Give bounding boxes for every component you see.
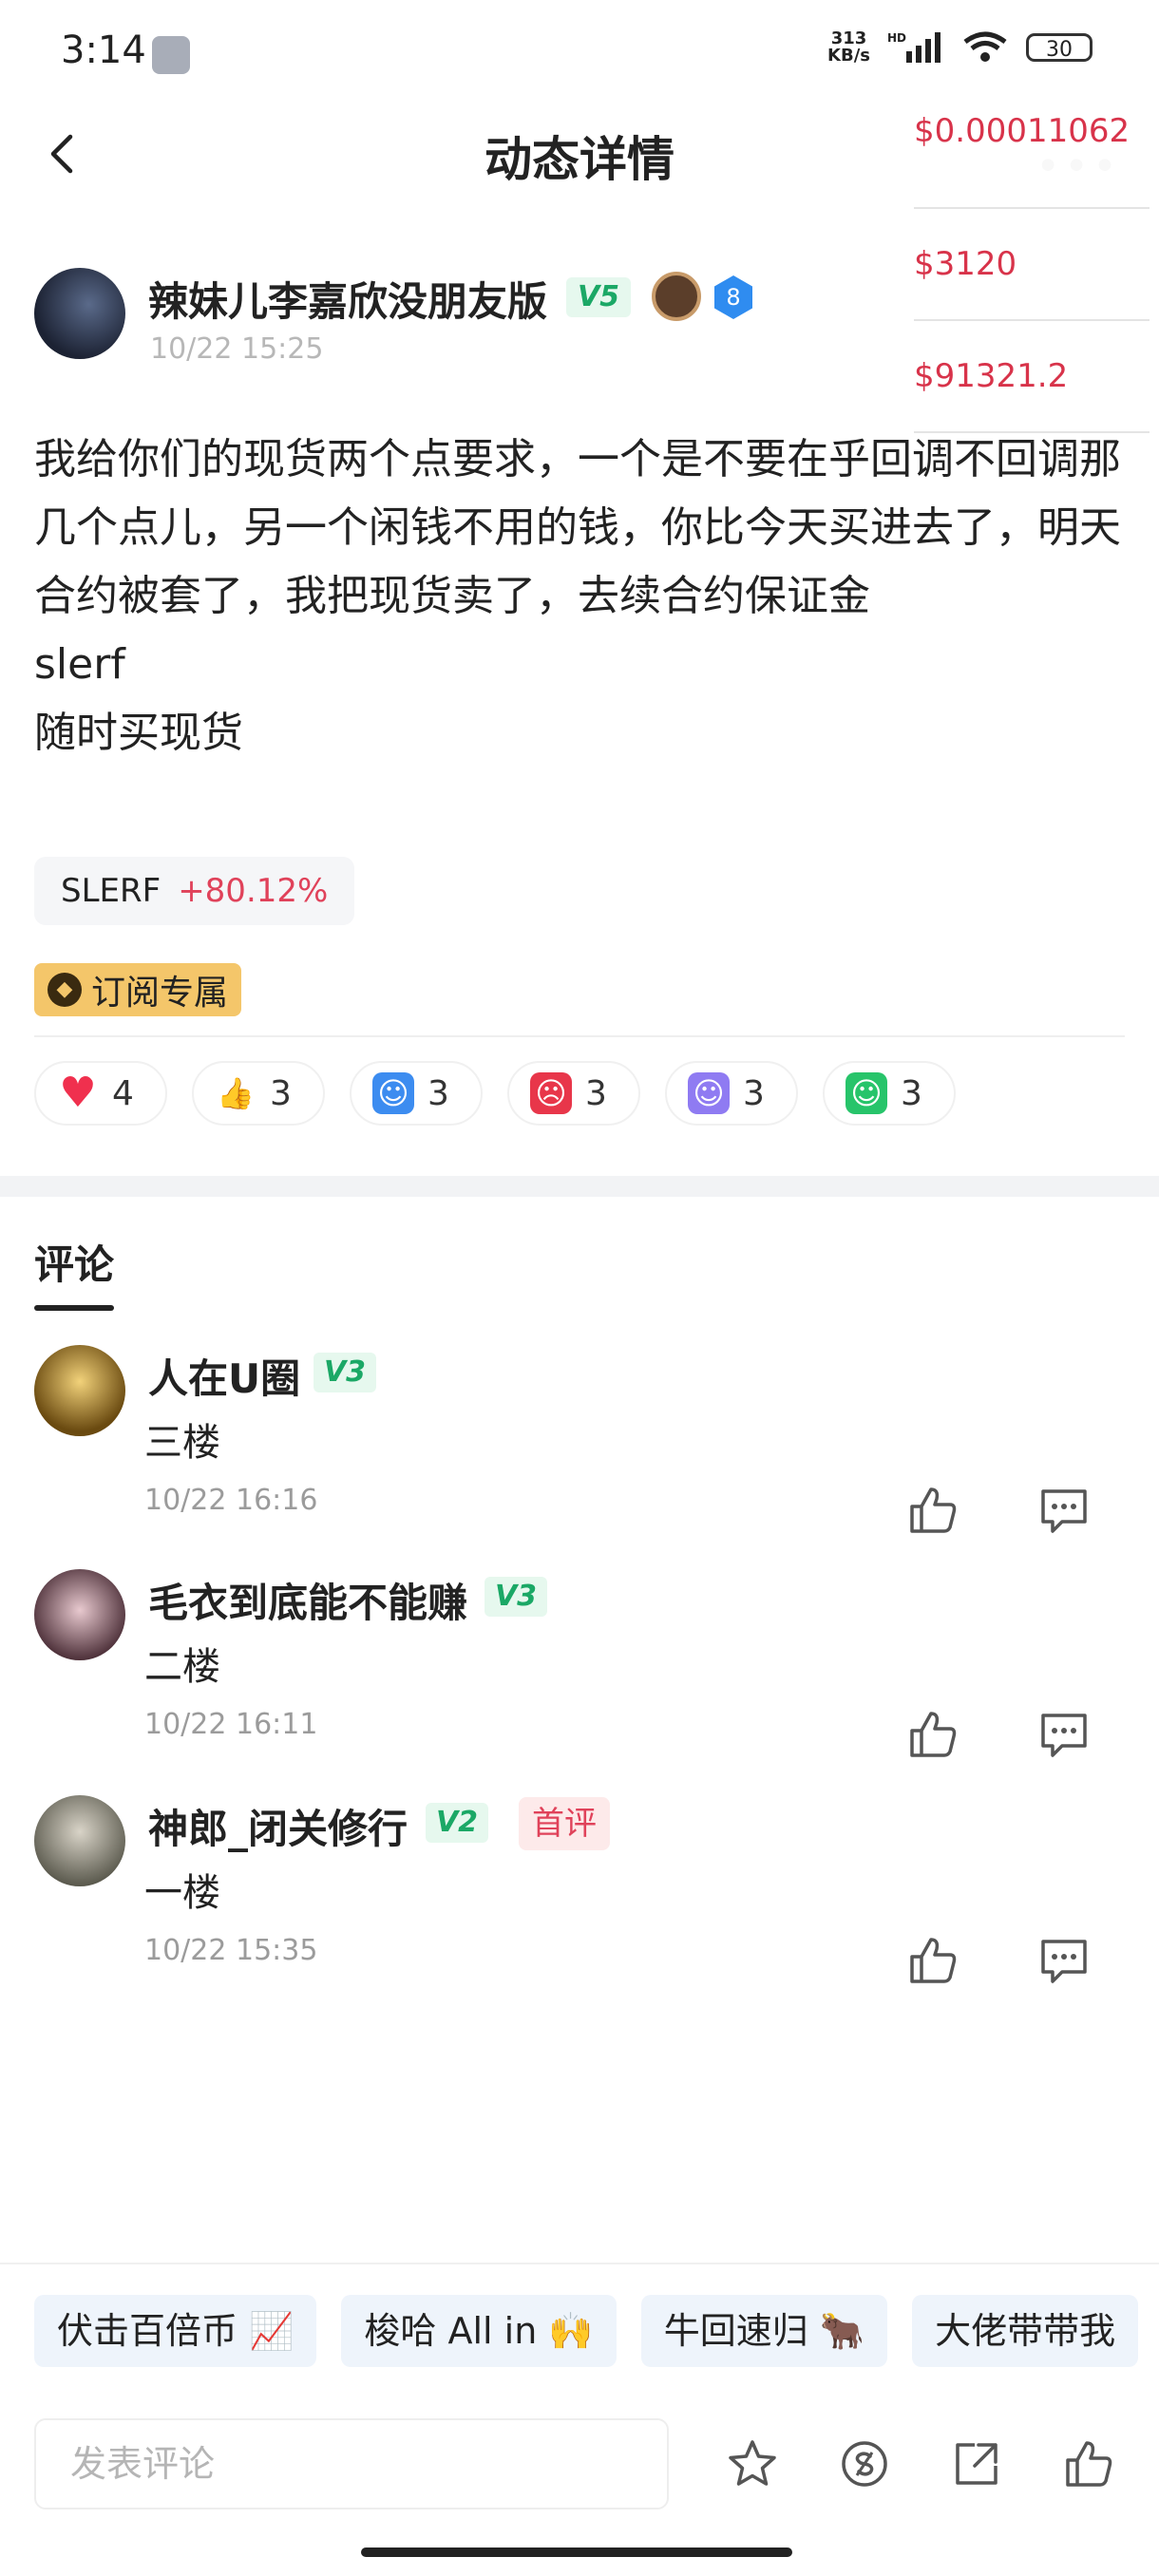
price-ticker-panel: $0.00011062 $3120 $91321.2 (914, 103, 1150, 433)
comment-time: 10/22 16:16 (144, 1484, 318, 1517)
reaction-heart[interactable]: ♥ 4 (34, 1061, 167, 1126)
battery-indicator: 30 (1026, 33, 1092, 62)
tab-comments[interactable]: 评论 (34, 1233, 114, 1291)
quick-reply-chip[interactable]: 大佬带带我 (912, 2295, 1139, 2367)
comment-avatar[interactable] (34, 1795, 125, 1886)
tip-coin-icon[interactable] (838, 2437, 891, 2491)
like-icon[interactable] (906, 1934, 960, 1987)
wifi-icon (963, 31, 1007, 62)
quick-reply-bar: 伏击百倍币 📈 梭哈 All in 🙌 牛回速归 🐂 大佬带带我 (34, 2295, 1139, 2367)
diamond-icon: ◆ (48, 973, 82, 1007)
like-icon[interactable] (906, 1484, 960, 1537)
thumbs-up-emoji-icon: 👍 (217, 1075, 255, 1111)
reaction-count: 4 (112, 1073, 134, 1113)
reaction-hodl[interactable]: ☺ 3 (350, 1061, 483, 1126)
ticker-price[interactable]: $0.00011062 (914, 103, 1150, 209)
reply-icon[interactable] (1037, 1934, 1091, 1987)
quick-reply-chip[interactable]: 梭哈 All in 🙌 (341, 2295, 617, 2367)
status-icons: 313 KB/s HD 30 (827, 30, 1092, 65)
comment-avatar[interactable] (34, 1345, 125, 1436)
divider (0, 2263, 1159, 2264)
comment-author[interactable]: 毛衣到底能不能赚 (148, 1571, 467, 1629)
subscription-tag: ◆ 订阅专属 (34, 963, 242, 1016)
post-time: 10/22 15:25 (150, 332, 324, 366)
like-icon[interactable] (906, 1708, 960, 1761)
comment-text: 一楼 (144, 1871, 220, 1915)
coin-name: SLERF (61, 872, 162, 910)
reaction-count: 3 (428, 1073, 449, 1113)
post-line: slerf (34, 640, 125, 689)
angry-face-icon: ☹ (530, 1072, 572, 1114)
author-avatar[interactable] (34, 268, 125, 359)
medal-icon (652, 272, 701, 321)
post-line: 我给你们的现货两个点要求，一个是不要在乎回调不回调那几个点儿，另一个闲钱不用的钱… (34, 435, 1121, 620)
reaction-thumbs-up[interactable]: 👍 3 (192, 1061, 325, 1126)
heart-icon: ♥ (59, 1069, 97, 1117)
divider (34, 1035, 1125, 1037)
post-line: 随时买现货 (34, 709, 243, 757)
sick-face-icon: ☺ (846, 1072, 887, 1114)
reaction-shocked[interactable]: ☺ 3 (665, 1061, 798, 1126)
comment-time: 10/22 16:11 (144, 1708, 318, 1741)
reaction-count: 3 (585, 1073, 607, 1113)
home-indicator (361, 2548, 792, 2557)
status-time: 3:14 (61, 28, 146, 72)
comment-text: 二楼 (144, 1645, 220, 1689)
net-speed: 313 KB/s (827, 28, 870, 66)
coin-change: +80.12% (178, 872, 329, 910)
svg-text:HD: HD (887, 31, 906, 45)
tab-underline (34, 1305, 114, 1311)
reaction-count: 3 (270, 1073, 292, 1113)
reaction-bar: ♥ 4 👍 3 ☺ 3 ☹ 3 ☺ 3 ☺ 3 (34, 1061, 956, 1126)
comment-input[interactable]: 发表评论 (34, 2418, 669, 2510)
subscription-label: 订阅专属 (91, 974, 229, 1013)
rank-badge: 8 (714, 275, 752, 319)
author-name[interactable]: 辣妹儿李嘉欣没朋友版 (148, 270, 547, 328)
reaction-count: 3 (743, 1073, 765, 1113)
level-badge: V2 (426, 1803, 488, 1843)
comment-author[interactable]: 神郎_闭关修行 (148, 1797, 408, 1855)
level-badge: V3 (484, 1577, 547, 1617)
star-icon[interactable] (726, 2437, 779, 2491)
level-badge: V3 (314, 1353, 376, 1392)
comment-time: 10/22 15:35 (144, 1934, 318, 1967)
quick-reply-chip[interactable]: 伏击百倍币 📈 (34, 2295, 317, 2367)
wrench-icon (152, 36, 190, 74)
reply-icon[interactable] (1037, 1484, 1091, 1537)
ticker-price[interactable]: $91321.2 (914, 321, 1150, 433)
reply-icon[interactable] (1037, 1708, 1091, 1761)
like-icon[interactable] (1062, 2437, 1115, 2491)
shocked-face-icon: ☺ (688, 1072, 730, 1114)
comment-author[interactable]: 人在U圈 (148, 1347, 300, 1405)
reaction-count: 3 (901, 1073, 922, 1113)
quick-reply-chip[interactable]: 牛回速归 🐂 (640, 2295, 888, 2367)
level-badge: V5 (566, 277, 631, 317)
section-separator (0, 1176, 1159, 1197)
hodl-face-icon: ☺ (372, 1072, 414, 1114)
ticker-price[interactable]: $3120 (914, 209, 1150, 321)
reaction-angry[interactable]: ☹ 3 (507, 1061, 640, 1126)
post-body: 我给你们的现货两个点要求，一个是不要在乎回调不回调那几个点儿，另一个闲钱不用的钱… (34, 426, 1127, 767)
first-comment-tag: 首评 (519, 1797, 610, 1850)
comment-text: 三楼 (144, 1421, 220, 1465)
share-icon[interactable] (950, 2437, 1003, 2491)
coin-chip[interactable]: SLERF +80.12% (34, 857, 355, 925)
reaction-sick[interactable]: ☺ 3 (823, 1061, 956, 1126)
comment-avatar[interactable] (34, 1569, 125, 1660)
signal-icon: HD (887, 31, 940, 63)
